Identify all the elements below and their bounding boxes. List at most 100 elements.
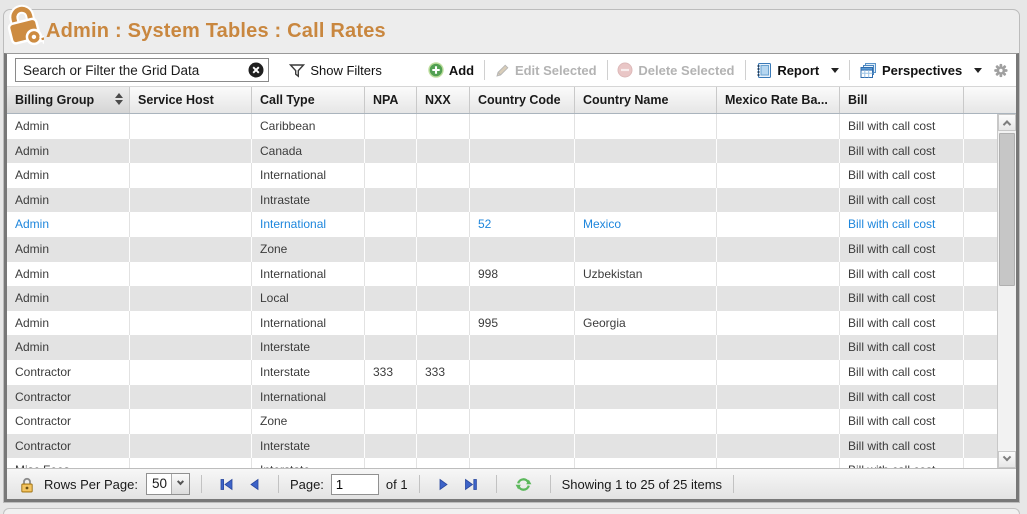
cell: Admin <box>7 114 130 139</box>
cell <box>417 212 470 237</box>
table-row[interactable]: AdminInterstateBill with call cost <box>7 335 997 360</box>
column-header-label: Call Type <box>260 93 315 107</box>
table-row[interactable]: ContractorInternationalBill with call co… <box>7 385 997 410</box>
perspectives-menu-button[interactable]: Perspectives <box>860 62 982 79</box>
cell <box>717 139 840 164</box>
cell <box>717 163 840 188</box>
page-label: Page: <box>290 477 324 492</box>
cell <box>470 409 575 434</box>
table-row[interactable]: ContractorZoneBill with call cost <box>7 409 997 434</box>
search-input[interactable] <box>15 58 269 82</box>
cell <box>130 311 252 336</box>
table-row[interactable]: AdminCanadaBill with call cost <box>7 139 997 164</box>
cell <box>470 163 575 188</box>
footer-separator <box>496 475 497 493</box>
footer-separator <box>733 475 734 493</box>
scroll-up-button[interactable] <box>998 114 1016 131</box>
cell: International <box>252 262 365 287</box>
report-menu-button[interactable]: Report <box>755 62 839 79</box>
cell-filler <box>964 237 997 262</box>
cell-filler <box>964 188 997 213</box>
column-header-mexico-rate-ba[interactable]: Mexico Rate Ba... <box>717 87 840 113</box>
cell <box>717 434 840 459</box>
column-header-npa[interactable]: NPA <box>365 87 417 113</box>
cell: Uzbekistan <box>575 262 717 287</box>
table-row[interactable]: AdminInternational995GeorgiaBill with ca… <box>7 311 997 336</box>
table-row[interactable]: ContractorInterstate333333Bill with call… <box>7 360 997 385</box>
last-page-button[interactable] <box>464 478 478 491</box>
cell <box>575 286 717 311</box>
column-header-call-type[interactable]: Call Type <box>252 87 365 113</box>
cell <box>717 311 840 336</box>
cell <box>417 409 470 434</box>
next-page-button[interactable] <box>438 478 450 491</box>
cell <box>417 434 470 459</box>
combo-dropdown-button[interactable] <box>171 474 189 494</box>
cell <box>417 262 470 287</box>
cell: Admin <box>7 139 130 164</box>
cell <box>717 212 840 237</box>
column-header-country-code[interactable]: Country Code <box>470 87 575 113</box>
first-page-button[interactable] <box>220 478 234 491</box>
refresh-button[interactable] <box>515 476 532 493</box>
cell: Interstate <box>252 458 365 468</box>
rows-per-page-select[interactable]: 50 <box>146 473 190 495</box>
cell <box>575 385 717 410</box>
scrollbar-thumb[interactable] <box>999 133 1015 286</box>
previous-page-button[interactable] <box>248 478 260 491</box>
table-row[interactable]: AdminInternational998UzbekistanBill with… <box>7 262 997 287</box>
cell <box>575 335 717 360</box>
cell <box>470 458 575 468</box>
vertical-scrollbar[interactable] <box>997 114 1016 468</box>
cell-filler <box>964 311 997 336</box>
cell: 998 <box>470 262 575 287</box>
clear-search-icon[interactable] <box>248 62 264 78</box>
column-header-billing-group[interactable]: Billing Group <box>7 87 130 113</box>
table-row[interactable]: AdminLocalBill with call cost <box>7 286 997 311</box>
cell <box>470 335 575 360</box>
cell: Bill with call cost <box>840 139 964 164</box>
page-number-input[interactable] <box>331 474 379 495</box>
add-label: Add <box>449 63 474 78</box>
column-header-nxx[interactable]: NXX <box>417 87 470 113</box>
column-header-label: Bill <box>848 93 867 107</box>
gear-icon[interactable] <box>994 62 1008 79</box>
cell <box>470 286 575 311</box>
table-row[interactable]: AdminInternational52MexicoBill with call… <box>7 212 997 237</box>
table-row[interactable]: Misc FeesInterstateBill with call cost <box>7 458 997 468</box>
page-of-label: of 1 <box>386 477 408 492</box>
cell: Bill with call cost <box>840 311 964 336</box>
cell: 52 <box>470 212 575 237</box>
column-header-bill[interactable]: Bill <box>840 87 964 113</box>
cell: Bill with call cost <box>840 360 964 385</box>
show-filters-button[interactable]: Show Filters <box>289 63 382 78</box>
cell: Bill with call cost <box>840 114 964 139</box>
scroll-down-button[interactable] <box>998 451 1016 468</box>
cell: Admin <box>7 188 130 213</box>
cell: Interstate <box>252 360 365 385</box>
cell-filler <box>964 458 997 468</box>
column-header-label: NPA <box>373 93 398 107</box>
cell <box>130 458 252 468</box>
table-row[interactable]: AdminInternationalBill with call cost <box>7 163 997 188</box>
column-header-service-host[interactable]: Service Host <box>130 87 252 113</box>
cell <box>365 114 417 139</box>
column-header-country-name[interactable]: Country Name <box>575 87 717 113</box>
cell <box>470 237 575 262</box>
cell <box>575 139 717 164</box>
table-row[interactable]: AdminCaribbeanBill with call cost <box>7 114 997 139</box>
edit-selected-button[interactable]: Edit Selected <box>495 63 597 78</box>
cell <box>717 237 840 262</box>
cell <box>130 163 252 188</box>
table-row[interactable]: ContractorInterstateBill with call cost <box>7 434 997 459</box>
cell <box>365 212 417 237</box>
add-button[interactable]: Add <box>428 62 474 78</box>
cell-filler <box>964 212 997 237</box>
table-row[interactable]: AdminIntrastateBill with call cost <box>7 188 997 213</box>
pager-bar: Rows Per Page: 50 Page: of 1 <box>7 468 1016 499</box>
column-header-label: Service Host <box>138 93 214 107</box>
cell: Misc Fees <box>7 458 130 468</box>
cell <box>365 311 417 336</box>
delete-selected-button[interactable]: Delete Selected <box>617 62 734 78</box>
table-row[interactable]: AdminZoneBill with call cost <box>7 237 997 262</box>
